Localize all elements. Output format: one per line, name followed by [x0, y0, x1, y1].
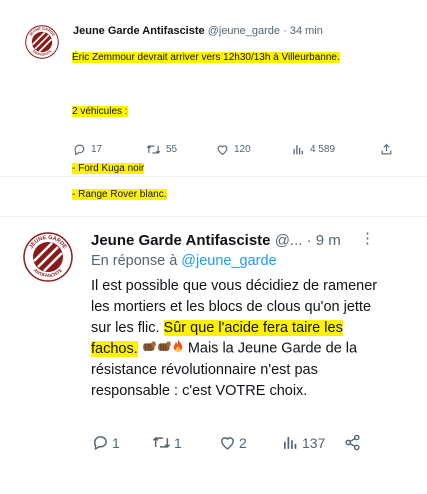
tweet-header: Jeune Garde Antifasciste @jeune_garde · …: [73, 25, 323, 37]
views-button[interactable]: 4 589: [292, 143, 335, 156]
reply-button[interactable]: 17: [73, 143, 102, 156]
more-icon[interactable]: ⋮: [360, 229, 376, 247]
share-button[interactable]: [344, 434, 361, 451]
reply-prefix: En réponse à: [91, 253, 178, 269]
avatar[interactable]: JEUNE GARDE ANTIFASCISTE: [23, 232, 73, 282]
author-name[interactable]: Jeune Garde Antifasciste: [91, 232, 271, 249]
timestamp[interactable]: 34 min: [290, 25, 323, 37]
retweet-icon: [146, 145, 161, 154]
reply-button[interactable]: 1: [92, 434, 120, 451]
tweet-actions: 17 55 120 4 589: [73, 143, 393, 159]
share-icon: [381, 143, 392, 155]
author-handle[interactable]: @jeune_garde: [208, 25, 280, 37]
reply-context: En réponse à @jeune_garde: [91, 253, 277, 269]
views-count: 137: [302, 434, 326, 451]
like-count: 120: [234, 144, 251, 155]
views-icon: [283, 436, 297, 449]
separator: ·: [280, 25, 290, 37]
views-icon: [293, 145, 303, 155]
like-icon: [221, 437, 234, 450]
tweet-header: Jeune Garde Antifasciste @... · 9 m: [91, 232, 341, 249]
like-icon: [217, 145, 228, 156]
like-button[interactable]: 2: [219, 434, 247, 451]
tweet-card-1[interactable]: JEUNE GARDE ANTIFASCISTE Jeune Garde Ant…: [0, 0, 427, 201]
timestamp[interactable]: 9 m: [316, 232, 341, 249]
tweet-text: Il est possible que vous décidiez de ram…: [91, 276, 391, 402]
reply-count: 17: [91, 144, 103, 155]
like-button[interactable]: 120: [216, 143, 251, 156]
retweet-button[interactable]: 55: [146, 143, 177, 156]
tweet-line: Éric Zemmour devrait arriver vers 12h30/…: [72, 52, 340, 64]
retweet-count: 1: [174, 434, 182, 451]
reply-count: 1: [112, 434, 120, 451]
retweet-button[interactable]: 1: [152, 434, 182, 451]
views-count: 4 589: [310, 144, 336, 155]
tweet-line: - Ford Kuga noir: [72, 162, 145, 174]
fist-emoji: [157, 339, 172, 360]
separator: ·: [302, 232, 316, 249]
reply-icon: [93, 436, 107, 451]
author-name[interactable]: Jeune Garde Antifasciste: [73, 25, 205, 37]
divider: [0, 176, 427, 177]
tweet-text: Éric Zemmour devrait arriver vers 12h30/…: [72, 40, 412, 214]
retweet-icon: [152, 437, 171, 448]
fire-emoji: [172, 338, 184, 360]
jeune-garde-logo-icon: JEUNE GARDE ANTIFASCISTE: [23, 232, 73, 282]
tweet-line: - Range Rover blanc.: [72, 189, 167, 201]
retweet-count: 55: [166, 144, 178, 155]
share-network-icon: [345, 434, 360, 451]
like-count: 2: [239, 434, 247, 451]
author-handle[interactable]: @...: [275, 232, 303, 249]
fist-emoji: [142, 339, 157, 360]
tweet-actions: 1 1 2 137: [92, 432, 372, 452]
share-button[interactable]: [380, 143, 393, 156]
reply-mention-link[interactable]: @jeune_garde: [181, 253, 276, 269]
tweet-line: 2 véhicules :: [72, 106, 128, 118]
views-button[interactable]: 137: [282, 434, 325, 451]
avatar[interactable]: JEUNE GARDE ANTIFASCISTE: [25, 25, 59, 59]
jeune-garde-logo-icon: JEUNE GARDE ANTIFASCISTE: [25, 25, 59, 59]
reply-icon: [74, 144, 85, 156]
